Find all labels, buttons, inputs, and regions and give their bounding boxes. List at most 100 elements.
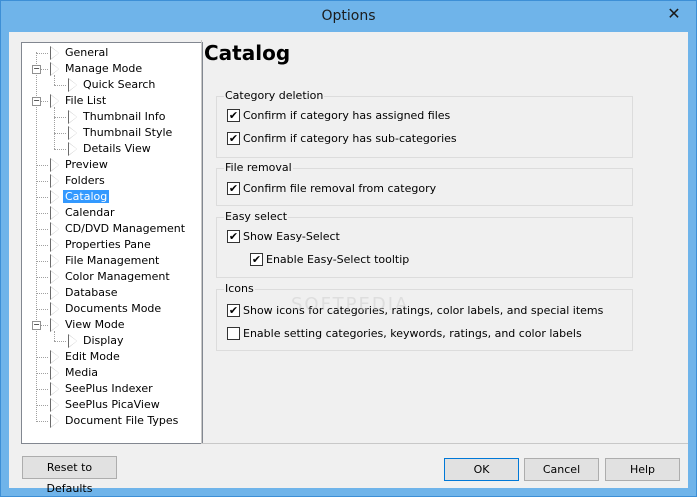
tree-item-label: Thumbnail Info	[83, 110, 166, 123]
tree-guide-line	[36, 309, 48, 310]
tree-item-label: Manage Mode	[65, 62, 143, 75]
tree-item-label: Folders	[65, 174, 105, 187]
tree-item-label: Thumbnail Style	[83, 126, 173, 139]
tree-guide-line	[36, 421, 48, 422]
tree-guide-line	[36, 165, 48, 166]
tree-guide-line	[36, 293, 48, 294]
tree-guide-line	[54, 341, 66, 342]
tree-item-label: Properties Pane	[65, 238, 151, 251]
tree-item[interactable]: View Mode	[63, 317, 127, 333]
easy-select-title: Easy select	[224, 210, 289, 223]
tree-item-label: SeePlus PicaView	[65, 398, 160, 411]
tree-guide-line	[54, 85, 66, 86]
close-icon[interactable]: ✕	[658, 3, 690, 25]
tree-item[interactable]: Folders	[63, 173, 107, 189]
node-triangle-icon	[51, 271, 59, 283]
tree-guide-line	[54, 331, 55, 341]
icons-title: Icons	[224, 282, 255, 295]
checkbox-label: Enable setting categories, keywords, rat…	[243, 327, 582, 340]
node-triangle-icon	[51, 287, 59, 299]
tree-guide-line	[54, 117, 66, 118]
tree-item-label: General	[65, 46, 109, 59]
tree-item-label: CD/DVD Management	[65, 222, 186, 235]
tree-guide-line	[36, 357, 48, 358]
tree-item[interactable]: Details View	[81, 141, 153, 157]
title-bar: Options ✕	[1, 1, 696, 32]
checkbox-box[interactable]: ✔	[227, 109, 240, 122]
node-triangle-icon	[51, 223, 59, 235]
tree-item[interactable]: General	[63, 45, 110, 61]
tree-guide-line	[54, 107, 55, 149]
node-triangle-icon	[69, 79, 77, 91]
checkbox-box[interactable]: ✔	[227, 182, 240, 195]
tree-guide-line	[36, 405, 48, 406]
node-triangle-icon	[51, 47, 59, 59]
checkbox-label: Enable Easy-Select tooltip	[266, 253, 410, 266]
tree-item-label: Database	[65, 286, 118, 299]
tree-item[interactable]: SeePlus Indexer	[63, 381, 155, 397]
tree-item-label: Edit Mode	[65, 350, 120, 363]
tree-item[interactable]: Quick Search	[81, 77, 157, 93]
tree-item[interactable]: Thumbnail Info	[81, 109, 168, 125]
checkbox-label: Confirm if category has assigned files	[243, 109, 451, 122]
collapse-icon[interactable]: −	[32, 65, 41, 74]
collapse-icon[interactable]: −	[32, 97, 41, 106]
tree-item[interactable]: Document File Types	[63, 413, 180, 429]
node-triangle-icon	[51, 95, 59, 107]
node-triangle-icon	[51, 399, 59, 411]
tree-item[interactable]: CD/DVD Management	[63, 221, 187, 237]
reset-to-defaults-button[interactable]: Reset to Defaults	[22, 456, 117, 495]
tree-item[interactable]: Manage Mode	[63, 61, 144, 77]
category-deletion-title: Category deletion	[224, 89, 325, 102]
tree-item[interactable]: Documents Mode	[63, 301, 163, 317]
node-triangle-icon	[69, 143, 77, 155]
options-tree[interactable]: General − Manage Mode Quick Search − File Lis…	[21, 42, 203, 444]
tree-item[interactable]: Edit Mode	[63, 349, 122, 365]
help-button[interactable]: Help	[605, 458, 680, 481]
tree-item[interactable]: Display	[81, 333, 126, 349]
collapse-icon[interactable]: −	[32, 321, 41, 330]
dialog-client-area: General − Manage Mode Quick Search − File Lis…	[9, 32, 688, 495]
ok-button[interactable]: OK	[444, 458, 519, 481]
tree-item[interactable]: Calendar	[63, 205, 116, 221]
checkbox-box[interactable]: ✔	[250, 253, 263, 266]
node-triangle-icon	[51, 63, 59, 75]
tree-item[interactable]: Properties Pane	[63, 237, 153, 253]
tree-guide-line	[36, 245, 48, 246]
checkbox-box[interactable]: ✔	[227, 304, 240, 317]
checkbox-box[interactable]: ✔	[227, 132, 240, 145]
options-window: Options ✕ General − Manage Mode Quick Searc…	[0, 0, 697, 497]
tree-item[interactable]: Media	[63, 365, 100, 381]
file-removal-title: File removal	[224, 161, 293, 174]
tree-guide-line	[36, 213, 48, 214]
checkbox-label: Confirm file removal from category	[243, 182, 437, 195]
node-triangle-icon	[51, 207, 59, 219]
tree-item[interactable]: Preview	[63, 157, 110, 173]
tree-item[interactable]: SeePlus PicaView	[63, 397, 162, 413]
tree-item[interactable]: Thumbnail Style	[81, 125, 174, 141]
tree-item-label: Catalog	[63, 190, 110, 203]
tree-item[interactable]: Color Management	[63, 269, 172, 285]
category-deletion-group	[216, 96, 633, 158]
tree-guide-line	[36, 53, 48, 54]
tree-guide-line	[36, 229, 48, 230]
tree-item-label: Documents Mode	[65, 302, 162, 315]
tree-item[interactable]: File List	[63, 93, 108, 109]
page-title: Catalog	[204, 41, 291, 65]
cancel-button[interactable]: Cancel	[524, 458, 599, 481]
checkbox-box[interactable]: ✔	[227, 230, 240, 243]
tree-item-label: Preview	[65, 158, 108, 171]
tree-item[interactable]: File Management	[63, 253, 161, 269]
checkbox-box[interactable]	[227, 327, 240, 340]
tree-guide-line	[36, 52, 37, 420]
tree-guide-line	[36, 261, 48, 262]
tree-item[interactable]: Catalog	[63, 189, 110, 205]
tree-item-label: Calendar	[65, 206, 115, 219]
tree-item[interactable]: Database	[63, 285, 120, 301]
node-triangle-icon	[51, 415, 59, 427]
tree-guide-line	[54, 75, 55, 85]
tree-guide-line	[36, 373, 48, 374]
tree-item-label: Media	[65, 366, 99, 379]
checkbox-label: Confirm if category has sub-categories	[243, 132, 457, 145]
tree-item-label: File List	[65, 94, 107, 107]
